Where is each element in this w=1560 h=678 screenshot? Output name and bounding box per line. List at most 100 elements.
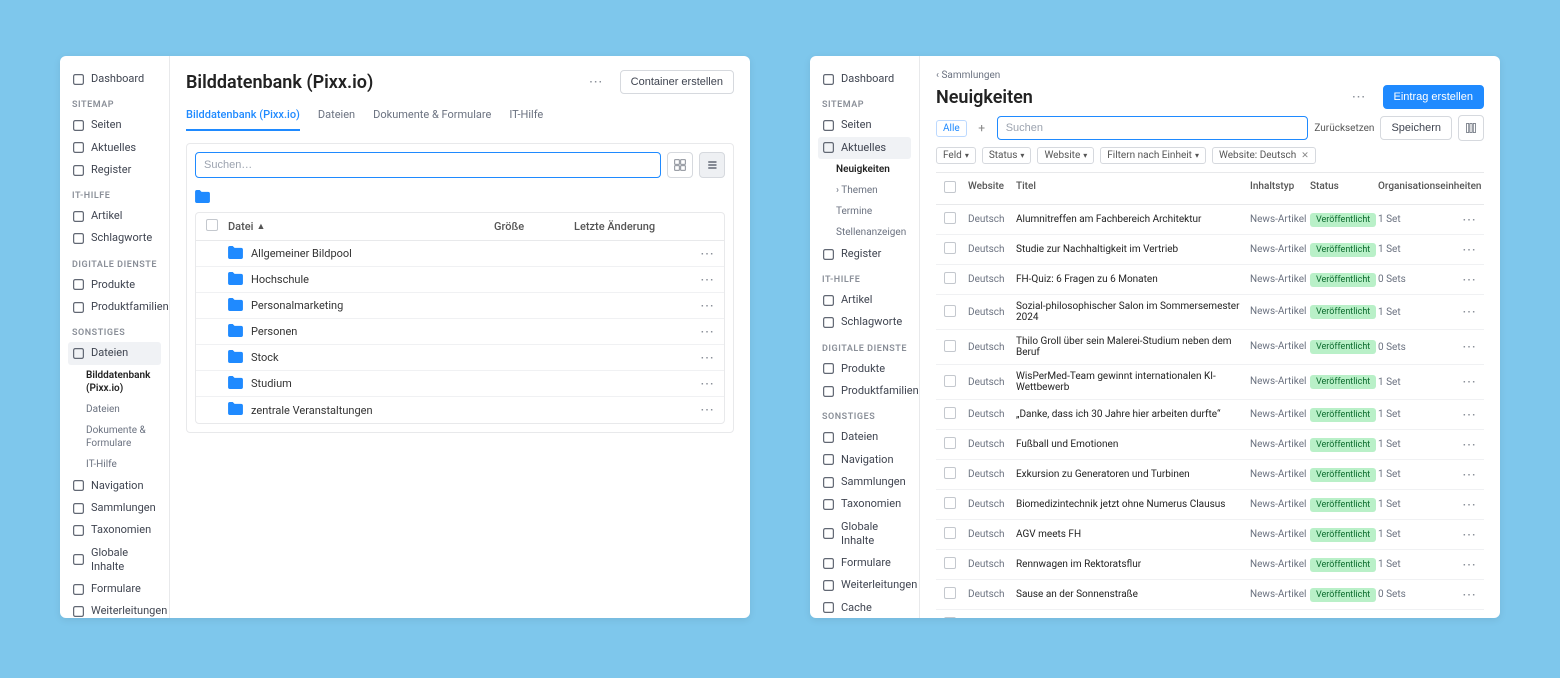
breadcrumb[interactable]: ‹ Sammlungen	[936, 70, 1484, 81]
sidebar-item-dateien[interactable]: Dateien	[818, 426, 911, 448]
sidebar-item-schlagworte[interactable]: Schlagworte	[818, 311, 911, 333]
table-row[interactable]: Deutsch „Danke, dass ich 30 Jahre hier a…	[936, 400, 1484, 430]
row-actions-icon[interactable]: ⋯	[694, 246, 721, 262]
row-actions-icon[interactable]: ⋯	[1456, 437, 1483, 453]
table-row[interactable]: Deutsch Thilo Groll über sein Malerei-St…	[936, 330, 1484, 365]
sidebar-item-artikel[interactable]: Artikel	[818, 289, 911, 311]
row-actions-icon[interactable]: ⋯	[1456, 467, 1483, 483]
sidebar-sub-themen[interactable]: › Themen	[818, 180, 911, 201]
sidebar-sub-sub-dateien[interactable]: Dateien	[68, 399, 161, 420]
row-checkbox[interactable]	[944, 272, 956, 284]
sidebar-item-sammlungen[interactable]: Sammlungen	[818, 471, 911, 493]
sidebar-item-produktfamilien[interactable]: Produktfamilien	[68, 296, 161, 318]
sidebar-item-produktfamilien[interactable]: Produktfamilien	[818, 380, 911, 402]
tab-2[interactable]: Dokumente & Formulare	[373, 104, 491, 131]
sidebar-item-schlagworte[interactable]: Schlagworte	[68, 227, 161, 249]
sidebar-sub-bilddatenbank[interactable]: Bilddatenbank (Pixx.io)	[68, 365, 161, 399]
sidebar-item-taxonomien[interactable]: Taxonomien	[68, 519, 161, 541]
sidebar-item-register[interactable]: Register	[68, 159, 161, 181]
sidebar-item-weiterleitungen[interactable]: Weiterleitungen	[68, 600, 161, 618]
filter-chip-4[interactable]: Website: Deutsch✕	[1212, 147, 1316, 164]
select-all-checkbox[interactable]	[206, 219, 218, 231]
table-row[interactable]: Hochschule ⋯	[196, 267, 724, 293]
row-checkbox[interactable]	[944, 557, 956, 569]
create-entry-button[interactable]: Eintrag erstellen	[1383, 85, 1485, 109]
table-row[interactable]: Deutsch Biomedizintechnik jetzt ohne Num…	[936, 490, 1484, 520]
view-grid-button[interactable]	[667, 152, 693, 178]
table-row[interactable]: Stock ⋯	[196, 345, 724, 371]
row-actions-icon[interactable]: ⋯	[1456, 557, 1483, 573]
row-actions-icon[interactable]: ⋯	[1456, 272, 1483, 288]
row-actions-icon[interactable]: ⋯	[1456, 527, 1483, 543]
sidebar-sub-stellen[interactable]: Stellenanzeigen	[818, 222, 911, 243]
sidebar-item-seiten[interactable]: Seiten	[818, 114, 911, 136]
sidebar-item-sammlungen[interactable]: Sammlungen	[68, 497, 161, 519]
row-checkbox[interactable]	[944, 375, 956, 387]
sidebar-item-formulare[interactable]: Formulare	[818, 552, 911, 574]
table-row[interactable]: Deutsch Exkursion zu Generatoren und Tur…	[936, 460, 1484, 490]
select-all-checkbox[interactable]	[944, 181, 956, 193]
sidebar-dashboard[interactable]: Dashboard	[818, 68, 911, 90]
create-container-button[interactable]: Container erstellen	[620, 70, 734, 94]
table-row[interactable]: Deutsch Fußball und Emotionen News-​Arti…	[936, 430, 1484, 460]
more-icon[interactable]: ⋯	[583, 74, 610, 90]
sidebar-dashboard[interactable]: Dashboard	[68, 68, 161, 90]
folder-home-icon[interactable]	[195, 192, 210, 206]
table-row[interactable]: Deutsch AGV meets FH News-​Artikel Veröf…	[936, 520, 1484, 550]
view-list-button[interactable]	[699, 152, 725, 178]
sidebar-sub-ithilfesub[interactable]: IT-Hilfe	[68, 454, 161, 475]
sidebar-item-cache[interactable]: Cache	[818, 597, 911, 618]
sidebar-item-aktuelles[interactable]: Aktuelles	[818, 137, 911, 159]
table-row[interactable]: Deutsch Sause an der Sonnenstraße News-​…	[936, 580, 1484, 610]
table-row[interactable]: zentrale Veranstaltungen ⋯	[196, 397, 724, 423]
tab-1[interactable]: Dateien	[318, 104, 355, 131]
folder-breadcrumb[interactable]	[195, 186, 725, 212]
table-row[interactable]: Studium ⋯	[196, 371, 724, 397]
filter-chip-2[interactable]: Website▾	[1037, 147, 1094, 164]
sidebar-item-dateien[interactable]: Dateien	[68, 342, 161, 364]
row-actions-icon[interactable]: ⋯	[694, 324, 721, 340]
row-checkbox[interactable]	[944, 212, 956, 224]
columns-button[interactable]	[1458, 115, 1484, 141]
reset-link[interactable]: Zurücksetzen	[1314, 123, 1374, 134]
row-actions-icon[interactable]: ⋯	[694, 402, 721, 418]
row-actions-icon[interactable]: ⋯	[694, 350, 721, 366]
row-actions-icon[interactable]: ⋯	[1456, 587, 1483, 603]
row-actions-icon[interactable]: ⋯	[1456, 617, 1483, 619]
close-icon[interactable]: ✕	[1301, 151, 1309, 161]
table-row[interactable]: Deutsch Alumnitreffen am Fachbereich Arc…	[936, 205, 1484, 235]
table-row[interactable]: Deutsch Hochschul-WM mit FH-Student Flor…	[936, 610, 1484, 618]
table-row[interactable]: Deutsch FH-Quiz: 6 Fragen zu 6 Monaten N…	[936, 265, 1484, 295]
row-checkbox[interactable]	[944, 617, 956, 618]
search-input[interactable]	[997, 116, 1309, 140]
row-checkbox[interactable]	[944, 437, 956, 449]
sidebar-item-weiterleitungen[interactable]: Weiterleitungen	[818, 574, 911, 596]
row-checkbox[interactable]	[944, 242, 956, 254]
sidebar-item-seiten[interactable]: Seiten	[68, 114, 161, 136]
row-checkbox[interactable]	[944, 497, 956, 509]
row-checkbox[interactable]	[944, 467, 956, 479]
col-type[interactable]: Inhaltstyp	[1250, 181, 1310, 196]
row-actions-icon[interactable]: ⋯	[1456, 212, 1483, 228]
table-row[interactable]: Deutsch Rennwagen im Rektoratsflur News-…	[936, 550, 1484, 580]
sidebar-item-produkte[interactable]: Produkte	[68, 274, 161, 296]
sidebar-sub-termine[interactable]: Termine	[818, 201, 911, 222]
sidebar-item-navigation[interactable]: Navigation	[68, 475, 161, 497]
sidebar-item-produkte[interactable]: Produkte	[818, 358, 911, 380]
row-actions-icon[interactable]: ⋯	[694, 376, 721, 392]
col-org[interactable]: Organisationseinheiten	[1378, 181, 1456, 196]
row-checkbox[interactable]	[944, 407, 956, 419]
filter-all[interactable]: Alle	[936, 120, 967, 137]
sidebar-item-aktuelles[interactable]: Aktuelles	[68, 137, 161, 159]
row-actions-icon[interactable]: ⋯	[1456, 497, 1483, 513]
row-actions-icon[interactable]: ⋯	[694, 298, 721, 314]
col-file[interactable]: Datei ▲	[228, 220, 494, 233]
table-row[interactable]: Allgemeiner Bildpool ⋯	[196, 241, 724, 267]
col-date[interactable]: Letzte Änderung	[574, 220, 694, 233]
sidebar-item-globale[interactable]: Globale Inhalte	[68, 542, 161, 579]
row-checkbox[interactable]	[944, 527, 956, 539]
search-input[interactable]	[195, 152, 661, 178]
sidebar-item-artikel[interactable]: Artikel	[68, 205, 161, 227]
filter-chip-0[interactable]: Feld▾	[936, 147, 976, 164]
col-status[interactable]: Status	[1310, 181, 1378, 196]
